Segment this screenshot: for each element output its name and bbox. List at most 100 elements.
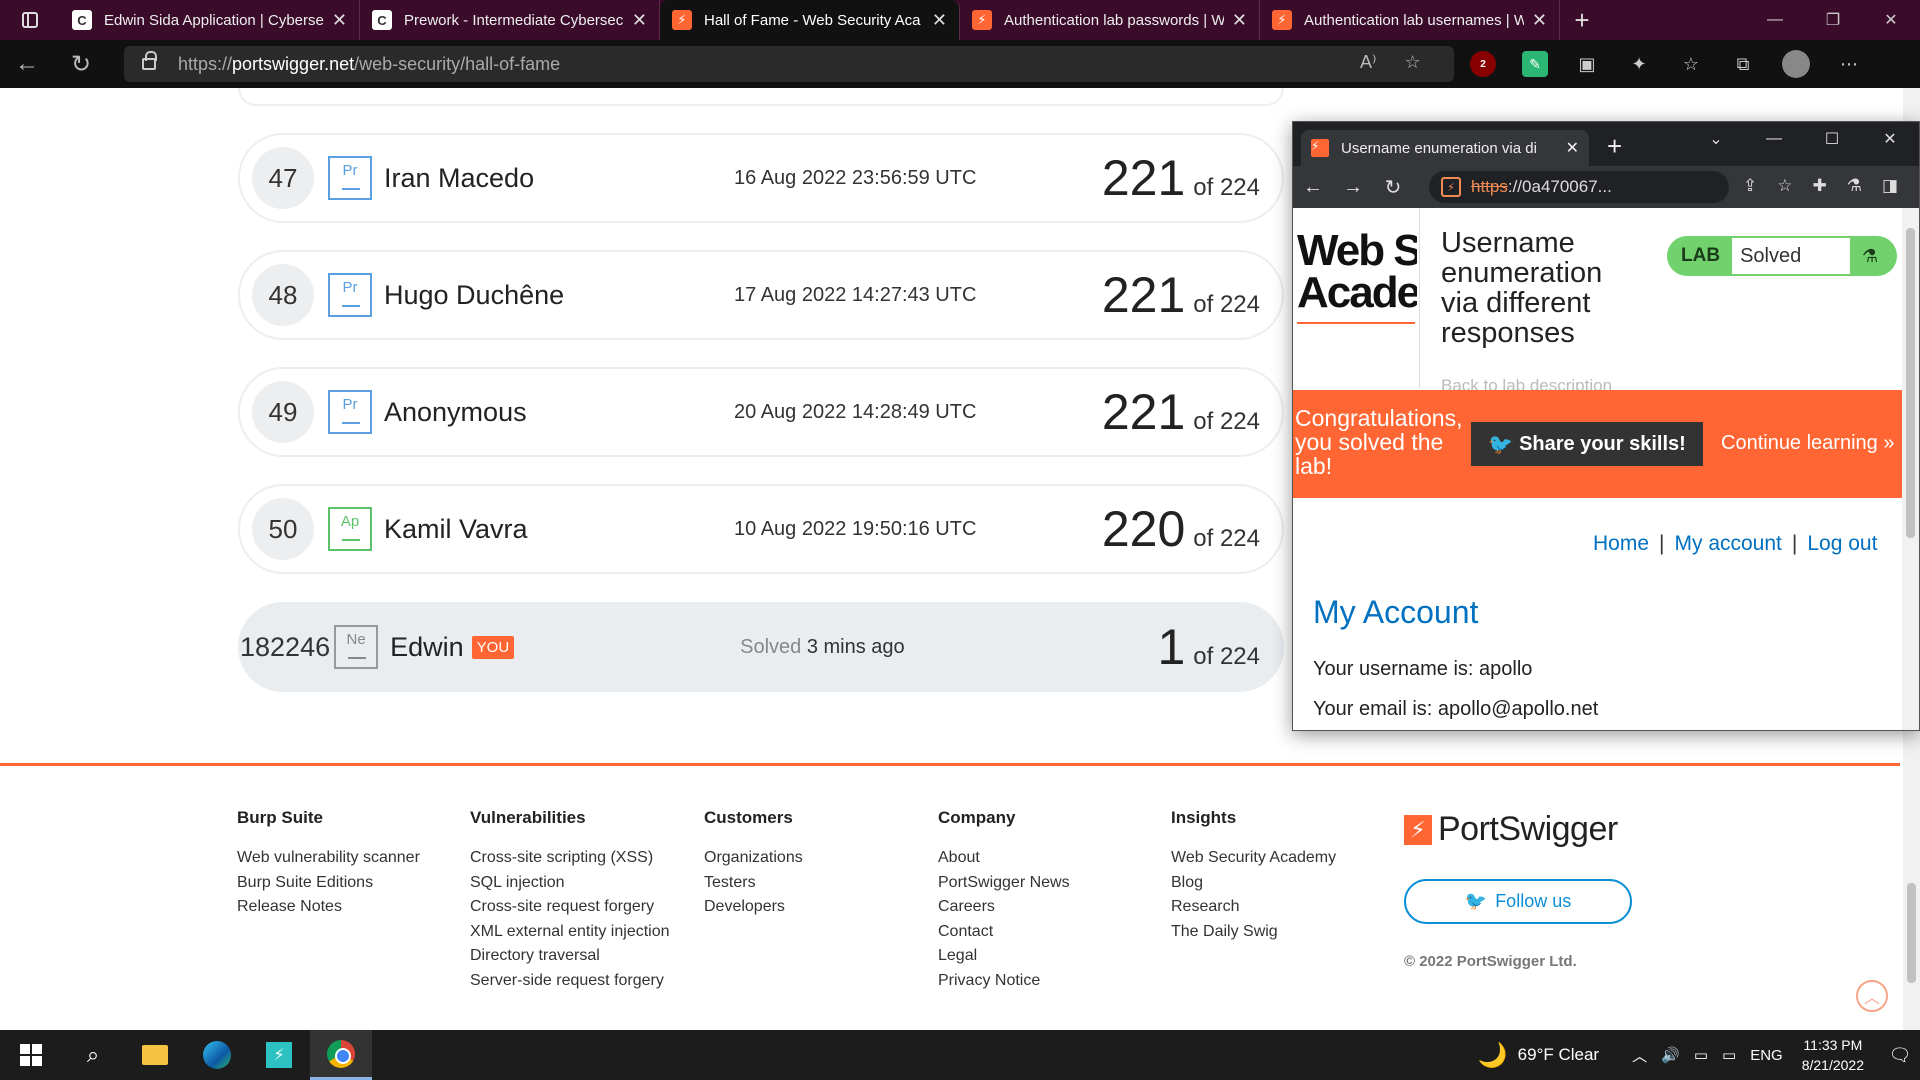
close-tab-icon[interactable]: ✕ xyxy=(1232,10,1247,31)
notifications-icon[interactable]: 🗨 xyxy=(1880,1045,1920,1066)
start-button[interactable] xyxy=(0,1030,62,1080)
chevron-up-icon[interactable]: ︿ xyxy=(1632,1045,1647,1066)
footer-link[interactable]: Privacy Notice xyxy=(938,969,1070,994)
maximize-icon[interactable]: ☐ xyxy=(1803,122,1861,156)
read-aloud-icon[interactable]: A⁾ xyxy=(1360,52,1376,73)
footer-link[interactable]: Organizations xyxy=(704,846,803,871)
portswigger-logo[interactable]: ⚡ PortSwigger xyxy=(1404,810,1618,849)
network-icon[interactable]: ▭ xyxy=(1694,1046,1708,1064)
my-account-link[interactable]: My account xyxy=(1675,532,1782,555)
volume-icon[interactable]: 🔊 xyxy=(1661,1046,1680,1064)
restore-icon[interactable]: ❐ xyxy=(1804,0,1862,40)
home-link[interactable]: Home xyxy=(1593,532,1649,555)
new-tab-button[interactable]: + xyxy=(1560,0,1604,40)
footer-link[interactable]: PortSwigger News xyxy=(938,871,1070,896)
search-icon[interactable]: ⌕ xyxy=(62,1030,124,1080)
weather-moon-icon[interactable]: 🌙 xyxy=(1478,1041,1508,1070)
footer-link[interactable]: Careers xyxy=(938,895,1070,920)
collections-icon[interactable]: ⧉ xyxy=(1730,51,1756,77)
minimize-icon[interactable]: — xyxy=(1746,0,1804,40)
flask-extension-icon[interactable]: ⚗ xyxy=(1847,176,1862,196)
close-tab-icon[interactable]: ✕ xyxy=(1566,138,1579,158)
footer-link[interactable]: Testers xyxy=(704,871,803,896)
footer-link[interactable]: Research xyxy=(1171,895,1336,920)
footer-link[interactable]: About xyxy=(938,846,1070,871)
add-favorite-icon[interactable]: ☆ xyxy=(1404,52,1420,73)
web-security-academy-logo[interactable]: Web Se Acader xyxy=(1297,230,1417,314)
footer-link[interactable]: Web vulnerability scanner xyxy=(237,846,420,871)
footer-link[interactable]: Developers xyxy=(704,895,803,920)
edge-icon[interactable] xyxy=(186,1030,248,1080)
refresh-icon[interactable]: ↻ xyxy=(1373,175,1413,200)
ublock-icon[interactable]: 2 xyxy=(1470,51,1496,77)
footer-link[interactable]: Web Security Academy xyxy=(1171,846,1336,871)
scrollbar-thumb[interactable] xyxy=(1907,883,1916,983)
scrollbar-thumb[interactable] xyxy=(1906,228,1915,538)
extensions-puzzle-icon[interactable]: ✚ xyxy=(1813,176,1827,196)
close-tab-icon[interactable]: ✕ xyxy=(932,10,947,31)
browser-tab-0[interactable]: C Edwin Sida Application | Cyberse ✕ xyxy=(60,0,360,40)
language-indicator[interactable]: ENG xyxy=(1750,1047,1783,1064)
weather-text[interactable]: 69°F Clear xyxy=(1518,1045,1599,1065)
user-name[interactable]: Kamil Vavra xyxy=(384,514,734,545)
browser-tab-4[interactable]: ⚡ Authentication lab usernames | W ✕ xyxy=(1260,0,1560,40)
close-tab-icon[interactable]: ✕ xyxy=(332,10,347,31)
file-explorer-icon[interactable] xyxy=(124,1030,186,1080)
lab-page-scrollbar[interactable] xyxy=(1902,208,1919,730)
share-skills-button[interactable]: 🐦 Share your skills! xyxy=(1471,422,1703,466)
favorites-icon[interactable]: ☆ xyxy=(1678,51,1704,77)
close-tab-icon[interactable]: ✕ xyxy=(1532,10,1547,31)
footer-heading: Burp Suite xyxy=(237,808,323,827)
browser-tab-3[interactable]: ⚡ Authentication lab passwords | W ✕ xyxy=(960,0,1260,40)
footer-link[interactable]: SQL injection xyxy=(470,871,670,896)
back-to-top-icon[interactable]: ︿ xyxy=(1856,980,1888,1012)
footer-link[interactable]: Burp Suite Editions xyxy=(237,871,420,896)
footer-link[interactable]: Directory traversal xyxy=(470,944,670,969)
footer-link[interactable]: Legal xyxy=(938,944,1070,969)
burp-suite-icon[interactable]: ⚡ xyxy=(248,1030,310,1080)
battery-icon[interactable]: ▭ xyxy=(1722,1046,1736,1064)
footer-link[interactable]: The Daily Swig xyxy=(1171,920,1336,945)
minimize-icon[interactable]: — xyxy=(1745,122,1803,156)
collections-ext-icon[interactable]: ▣ xyxy=(1574,51,1600,77)
footer-link[interactable]: Server-side request forgery xyxy=(470,969,670,994)
portswigger-favicon-icon: ⚡ xyxy=(1272,10,1292,30)
browser-tab-2[interactable]: ⚡ Hall of Fame - Web Security Aca ✕ xyxy=(660,0,960,40)
user-name[interactable]: Hugo Duchêne xyxy=(384,280,734,311)
side-panel-icon[interactable]: ◨ xyxy=(1882,176,1898,196)
close-window-icon[interactable]: ✕ xyxy=(1862,0,1920,40)
forward-arrow-icon[interactable]: → xyxy=(1333,176,1373,199)
tab-search-icon[interactable]: ⌄ xyxy=(1687,122,1745,156)
logout-link[interactable]: Log out xyxy=(1807,532,1877,555)
extensions-icon[interactable]: ✦ xyxy=(1626,51,1652,77)
lab-browser-tab[interactable]: ⚡ Username enumeration via di ✕ xyxy=(1301,130,1589,166)
footer-link[interactable]: XML external entity injection xyxy=(470,920,670,945)
back-arrow-icon[interactable]: ← xyxy=(1293,176,1333,199)
footer-link[interactable]: Release Notes xyxy=(237,895,420,920)
back-arrow-icon[interactable]: ← xyxy=(0,50,54,78)
address-bar[interactable]: https://portswigger.net/web-security/hal… xyxy=(124,46,1454,82)
new-tab-button[interactable]: + xyxy=(1607,131,1622,162)
clock[interactable]: 11:33 PM 8/21/2022 xyxy=(1802,1035,1864,1075)
close-tab-icon[interactable]: ✕ xyxy=(632,10,647,31)
footer-link[interactable]: Cross-site scripting (XSS) xyxy=(470,846,670,871)
your-leaderboard-row: 182246 Ne Edwin YOU Solved 3 mins ago 1o… xyxy=(238,602,1284,692)
follow-us-button[interactable]: 🐦 Follow us xyxy=(1404,879,1632,924)
chrome-icon[interactable] xyxy=(310,1030,372,1080)
refresh-icon[interactable]: ↻ xyxy=(54,50,108,79)
footer-link[interactable]: Cross-site request forgery xyxy=(470,895,670,920)
tab-actions-button[interactable] xyxy=(0,0,60,40)
footer-link[interactable]: Blog xyxy=(1171,871,1336,896)
share-icon[interactable]: ⇪ xyxy=(1743,176,1757,196)
user-name[interactable]: Anonymous xyxy=(384,397,734,428)
continue-learning-link[interactable]: Continue learning » xyxy=(1721,432,1894,455)
browser-tab-1[interactable]: C Prework - Intermediate Cybersec ✕ xyxy=(360,0,660,40)
bookmark-star-icon[interactable]: ☆ xyxy=(1777,176,1792,196)
close-window-icon[interactable]: ✕ xyxy=(1861,122,1919,156)
profile-avatar[interactable] xyxy=(1782,50,1810,78)
lab-address-bar[interactable]: ⚡ https://0a470067... xyxy=(1429,171,1729,203)
user-name[interactable]: Iran Macedo xyxy=(384,163,734,194)
footer-link[interactable]: Contact xyxy=(938,920,1070,945)
more-menu-icon[interactable]: ⋯ xyxy=(1836,51,1862,77)
grammarly-icon[interactable]: ✎ xyxy=(1522,51,1548,77)
